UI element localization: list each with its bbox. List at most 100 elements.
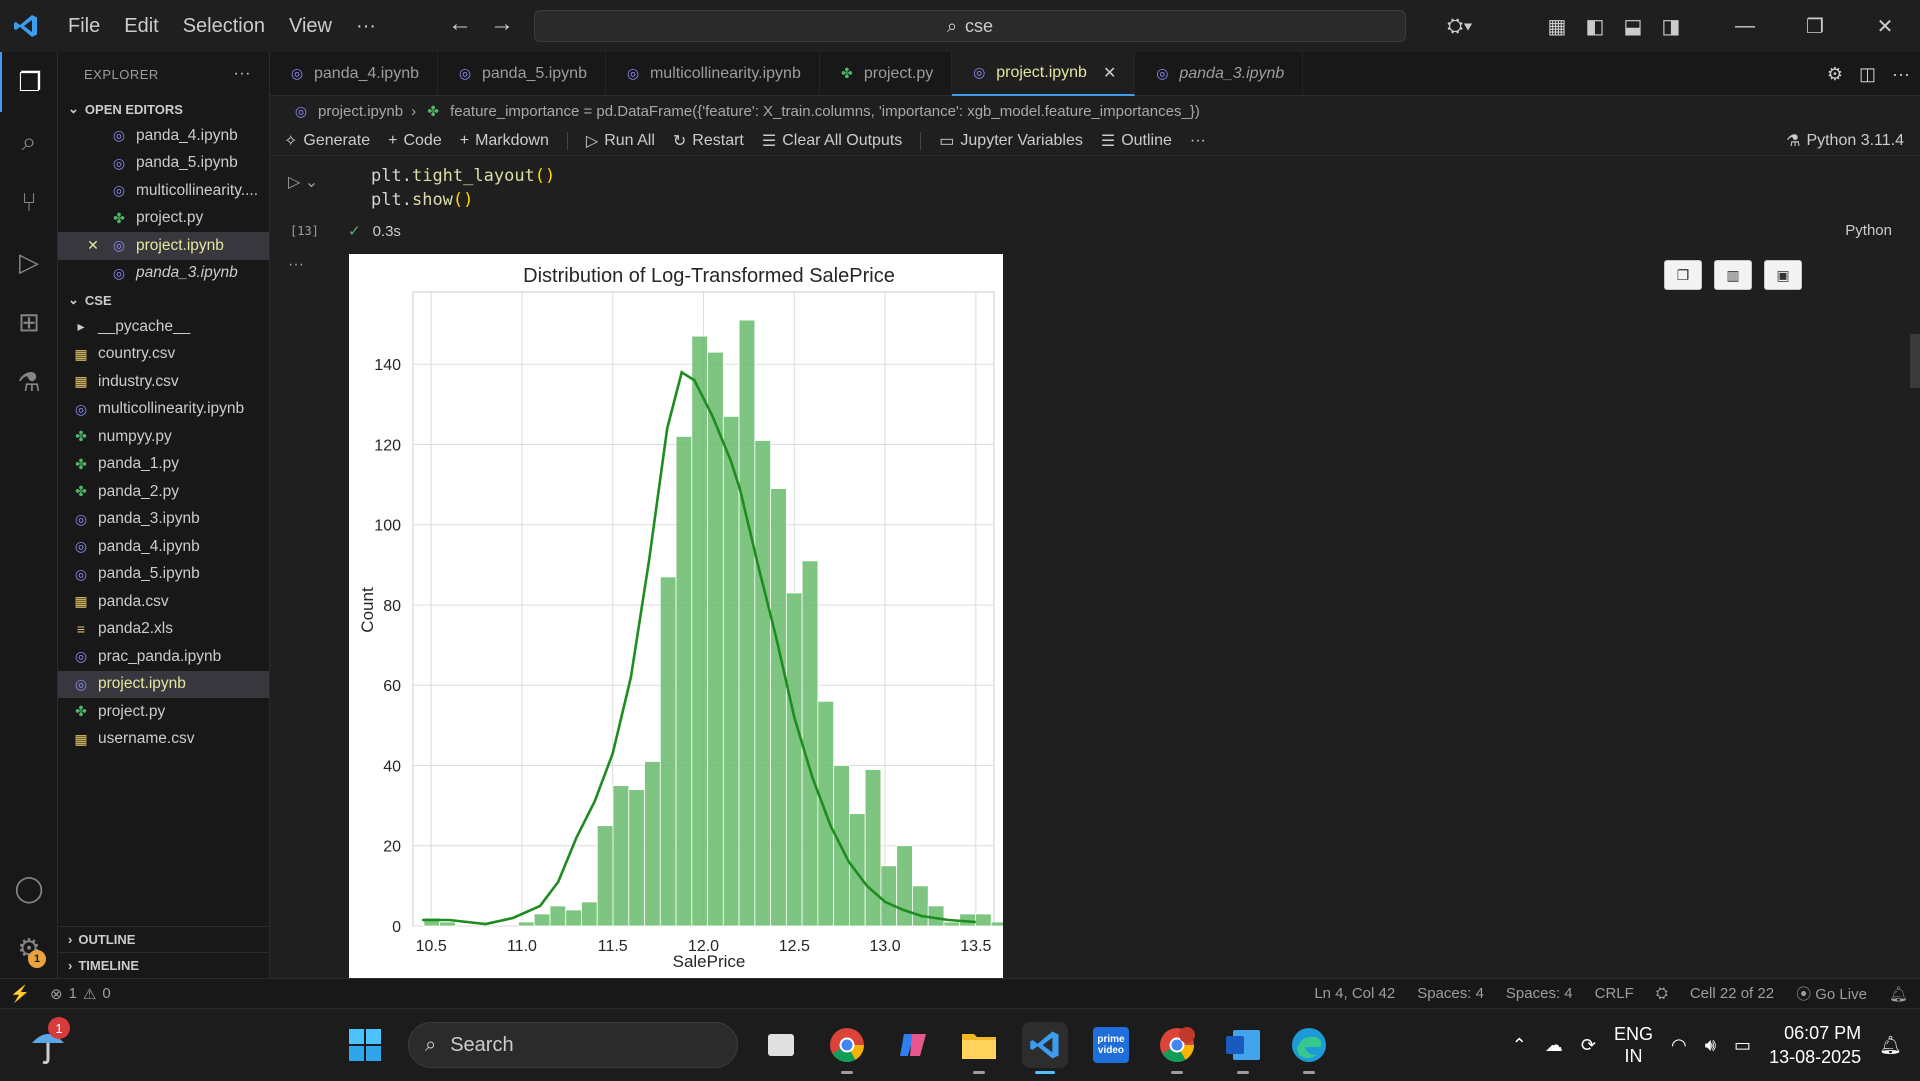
save-output-icon[interactable]: ▣: [1764, 260, 1802, 290]
sidebar-item-panda-5-ipynb[interactable]: ◎ panda_5.ipynb: [58, 150, 269, 178]
edge-app[interactable]: [1286, 1022, 1332, 1074]
tab-panda-4[interactable]: ◎ panda_4.ipynb: [270, 51, 438, 96]
settings-gear-icon[interactable]: ⚙: [1827, 64, 1843, 85]
taskbar-search[interactable]: ⌕ Search: [408, 1022, 738, 1068]
vscode-app[interactable]: [1022, 1022, 1068, 1074]
sidebar-item-multicollinearity-[interactable]: ◎ multicollinearity....: [58, 177, 269, 205]
sidebar-item-panda-1-py[interactable]: ✤ panda_1.py: [58, 451, 269, 479]
sidebar-item-prac-panda-ipynb[interactable]: ◎ prac_panda.ipynb: [58, 643, 269, 671]
scrollbar-thumb[interactable]: [1910, 334, 1920, 388]
code-cell[interactable]: ▷ ⌄ plt.tight_layout() plt.show() [13] ✓…: [270, 156, 1920, 273]
toggle-secondary-sidebar-icon[interactable]: ◨: [1652, 14, 1690, 39]
task-view-button[interactable]: [758, 1022, 804, 1068]
sidebar-item-panda-csv[interactable]: ▦ panda.csv: [58, 588, 269, 616]
file-explorer-app[interactable]: [956, 1022, 1002, 1074]
sidebar-item-username-csv[interactable]: ▦ username.csv: [58, 726, 269, 754]
forward-arrow-icon[interactable]: →: [490, 10, 514, 38]
chart-view-icon[interactable]: ▥: [1714, 260, 1752, 290]
copilot-icon[interactable]: ⛭▾: [1430, 15, 1490, 38]
cell-language[interactable]: Python: [1845, 222, 1892, 239]
outline-button[interactable]: ☰ Outline: [1101, 131, 1172, 151]
split-editor-icon[interactable]: ◫: [1859, 64, 1876, 85]
notifications-bell-icon[interactable]: 🔔︎: [1889, 985, 1908, 1003]
close-tab-icon[interactable]: ✕: [1103, 63, 1116, 83]
restore-button[interactable]: ❐: [1780, 14, 1850, 39]
command-center-search[interactable]: ⌕ cse: [534, 10, 1406, 42]
menu-view[interactable]: View: [277, 15, 344, 38]
wifi-icon[interactable]: ◠: [1671, 1035, 1687, 1056]
menu-selection[interactable]: Selection: [171, 15, 277, 38]
add-code-button[interactable]: + Code: [388, 132, 442, 150]
sidebar-item-panda-3-ipynb[interactable]: ◎ panda_3.ipynb: [58, 506, 269, 534]
cell-indicator[interactable]: Cell 22 of 22: [1690, 985, 1774, 1002]
tab-panda-5[interactable]: ◎ panda_5.ipynb: [438, 51, 606, 96]
code-line[interactable]: plt.tight_layout(): [371, 166, 555, 186]
notification-bell-icon[interactable]: 🔔︎: [1879, 1035, 1902, 1056]
explorer-icon[interactable]: ❐: [0, 52, 58, 112]
customize-layout-icon[interactable]: ▦: [1538, 14, 1576, 39]
sidebar-item-project-py[interactable]: ✤ project.py: [58, 698, 269, 726]
sidebar-item-panda-4-ipynb[interactable]: ◎ panda_4.ipynb: [58, 533, 269, 561]
back-arrow-icon[interactable]: ←: [448, 10, 472, 38]
testing-icon[interactable]: ⚗: [0, 352, 58, 412]
sidebar-item-project-py[interactable]: ✤ project.py: [58, 205, 269, 233]
manage-gear-icon[interactable]: ⚙ 1: [0, 918, 58, 978]
breadcrumb-cell[interactable]: feature_importance = pd.DataFrame({'feat…: [450, 103, 1200, 120]
tab-project-py[interactable]: ✤ project.py: [820, 51, 953, 96]
close-window-button[interactable]: ✕: [1850, 14, 1920, 39]
folder-section[interactable]: ⌄ CSE: [58, 287, 269, 313]
sync-icon[interactable]: ⟳: [1581, 1035, 1596, 1056]
sidebar-item-panda-2-py[interactable]: ✤ panda_2.py: [58, 478, 269, 506]
run-all-button[interactable]: ▷ Run All: [586, 131, 655, 151]
indentation-1[interactable]: Spaces: 4: [1417, 985, 1484, 1002]
copy-output-icon[interactable]: ❐: [1664, 260, 1702, 290]
sidebar-item-panda2-xls[interactable]: ≡ panda2.xls: [58, 616, 269, 644]
sidebar-item-project-ipynb[interactable]: ✕ ◎ project.ipynb: [58, 232, 269, 260]
sidebar-item-project-ipynb[interactable]: ◎ project.ipynb: [58, 670, 269, 698]
restart-button[interactable]: ↻ Restart: [673, 131, 744, 151]
sidebar-item-multicollinearity-ipynb[interactable]: ◎ multicollinearity.ipynb: [58, 396, 269, 424]
jupyter-variables-button[interactable]: ▭ Jupyter Variables: [939, 131, 1083, 151]
line-ending[interactable]: CRLF: [1595, 985, 1634, 1002]
tab-project-ipynb[interactable]: ◎ project.ipynb ✕: [952, 51, 1136, 96]
explorer-more-icon[interactable]: ···: [234, 65, 251, 83]
onedrive-icon[interactable]: ☁: [1545, 1035, 1563, 1056]
source-control-icon[interactable]: ⑂: [0, 172, 58, 232]
toggle-sidebar-icon[interactable]: ◧: [1576, 14, 1614, 39]
volume-icon[interactable]: 🔊︎: [1705, 1035, 1716, 1056]
outline-section[interactable]: › OUTLINE: [58, 926, 270, 952]
run-debug-icon[interactable]: ▷: [0, 232, 58, 292]
sidebar-item-panda-3-ipynb[interactable]: ◎ panda_3.ipynb: [58, 260, 269, 288]
prime-video-app[interactable]: prime video: [1088, 1022, 1134, 1068]
add-markdown-button[interactable]: + Markdown: [460, 132, 549, 150]
open-editors-section[interactable]: ⌄ OPEN EDITORS: [58, 96, 269, 122]
remote-icon[interactable]: ⚡: [0, 984, 40, 1004]
tab-panda-3[interactable]: ◎ panda_3.ipynb: [1135, 51, 1304, 96]
menu-more[interactable]: ···: [344, 15, 388, 38]
start-button[interactable]: [342, 1022, 388, 1068]
minimize-button[interactable]: —: [1710, 15, 1780, 38]
more-actions-icon[interactable]: ···: [1892, 64, 1910, 85]
search-view-icon[interactable]: ⌕: [0, 112, 58, 172]
toolbar-more-button[interactable]: ···: [1190, 132, 1206, 150]
battery-icon[interactable]: ▭: [1734, 1035, 1751, 1056]
menu-file[interactable]: File: [56, 15, 112, 38]
menu-edit[interactable]: Edit: [112, 15, 170, 38]
clock[interactable]: 06:07 PM 13-08-2025: [1769, 1021, 1861, 1069]
cursor-position[interactable]: Ln 4, Col 42: [1314, 985, 1395, 1002]
copilot-status-icon[interactable]: ⛭: [1656, 985, 1668, 1002]
copilot-app[interactable]: [890, 1022, 936, 1068]
chrome-profile-app[interactable]: [1154, 1022, 1200, 1074]
extensions-icon[interactable]: ⊞: [0, 292, 58, 352]
problems-indicator[interactable]: ⊗ 1 ⚠ 0: [50, 985, 111, 1003]
run-cell-icon[interactable]: ▷ ⌄: [288, 172, 318, 192]
sidebar-item--pycache-[interactable]: ▸ __pycache__: [58, 313, 269, 341]
language-indicator[interactable]: ENG IN: [1614, 1023, 1653, 1067]
indentation-2[interactable]: Spaces: 4: [1506, 985, 1573, 1002]
output-more-icon[interactable]: ···: [288, 256, 304, 274]
breadcrumb-file[interactable]: project.ipynb: [318, 103, 403, 120]
sidebar-item-industry-csv[interactable]: ▦ industry.csv: [58, 368, 269, 396]
close-editor-icon[interactable]: ✕: [84, 237, 102, 254]
generate-button[interactable]: ✧ Generate: [284, 131, 370, 151]
toggle-panel-icon[interactable]: ⬓: [1614, 14, 1652, 39]
